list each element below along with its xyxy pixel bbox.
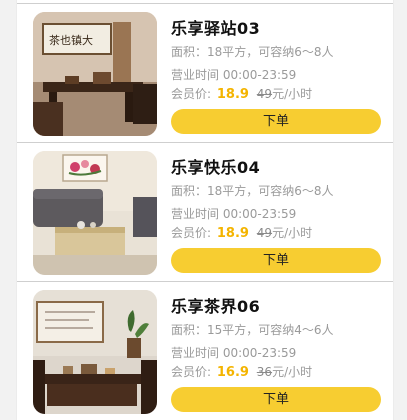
member-price: 18.9 — [216, 87, 249, 102]
room-info: 乐享茶界06 面积：15平方，可容纳4～6人 营业时间 00:00-23:59 … — [171, 282, 386, 420]
price-unit: 元/小时 — [272, 226, 313, 240]
room-name: 乐享茶界06 — [171, 297, 261, 316]
member-price-line: 会员价: 16.9 36元/小时 — [171, 363, 312, 380]
order-button[interactable]: 下单 — [171, 387, 381, 412]
tea-room-table-photo — [33, 290, 157, 414]
room-card[interactable]: 茶也镇大 乐享驿站03 面积：18平方，可容纳6～8人 营业时间 00:00-2… — [17, 3, 393, 141]
room-list: 茶也镇大 乐享驿站03 面积：18平方，可容纳6～8人 营业时间 00:00-2… — [16, 0, 394, 420]
room-photo[interactable] — [33, 151, 157, 275]
original-price: 49 — [256, 226, 273, 240]
order-button[interactable]: 下单 — [171, 248, 381, 273]
member-price: 18.9 — [216, 226, 249, 241]
member-price-label: 会员价: — [171, 87, 212, 101]
room-hours: 营业时间 00:00-23:59 — [171, 68, 297, 82]
original-price: 49 — [256, 87, 273, 101]
room-area: 面积：15平方，可容纳4～6人 — [171, 323, 334, 337]
room-photo[interactable]: 茶也镇大 — [33, 12, 157, 136]
price-unit: 元/小时 — [272, 87, 313, 101]
member-price-line: 会员价: 18.9 49元/小时 — [171, 85, 312, 102]
original-price: 36 — [256, 365, 273, 379]
room-card[interactable]: 乐享快乐04 面积：18平方，可容纳6～8人 营业时间 00:00-23:59 … — [17, 142, 393, 280]
room-info: 乐享驿站03 面积：18平方，可容纳6～8人 营业时间 00:00-23:59 … — [171, 4, 386, 142]
room-area: 面积：18平方，可容纳6～8人 — [171, 184, 334, 198]
svg-text:茶也镇大: 茶也镇大 — [49, 33, 93, 47]
room-hours: 营业时间 00:00-23:59 — [171, 207, 297, 221]
room-name: 乐享驿站03 — [171, 19, 261, 38]
tea-room-calligraphy-photo: 茶也镇大 — [33, 12, 157, 136]
room-name: 乐享快乐04 — [171, 158, 261, 177]
room-area: 面积：18平方，可容纳6～8人 — [171, 45, 334, 59]
tea-room-sofa-photo — [33, 151, 157, 275]
room-info: 乐享快乐04 面积：18平方，可容纳6～8人 营业时间 00:00-23:59 … — [171, 143, 386, 281]
member-price-line: 会员价: 18.9 49元/小时 — [171, 224, 312, 241]
room-card[interactable]: 乐享茶界06 面积：15平方，可容纳4～6人 营业时间 00:00-23:59 … — [17, 281, 393, 419]
member-price-label: 会员价: — [171, 226, 212, 240]
order-button[interactable]: 下单 — [171, 109, 381, 134]
price-unit: 元/小时 — [272, 365, 313, 379]
room-photo[interactable] — [33, 290, 157, 414]
member-price-label: 会员价: — [171, 365, 212, 379]
room-list-page: 茶也镇大 乐享驿站03 面积：18平方，可容纳6～8人 营业时间 00:00-2… — [0, 0, 407, 420]
room-hours: 营业时间 00:00-23:59 — [171, 346, 297, 360]
member-price: 16.9 — [216, 365, 249, 380]
